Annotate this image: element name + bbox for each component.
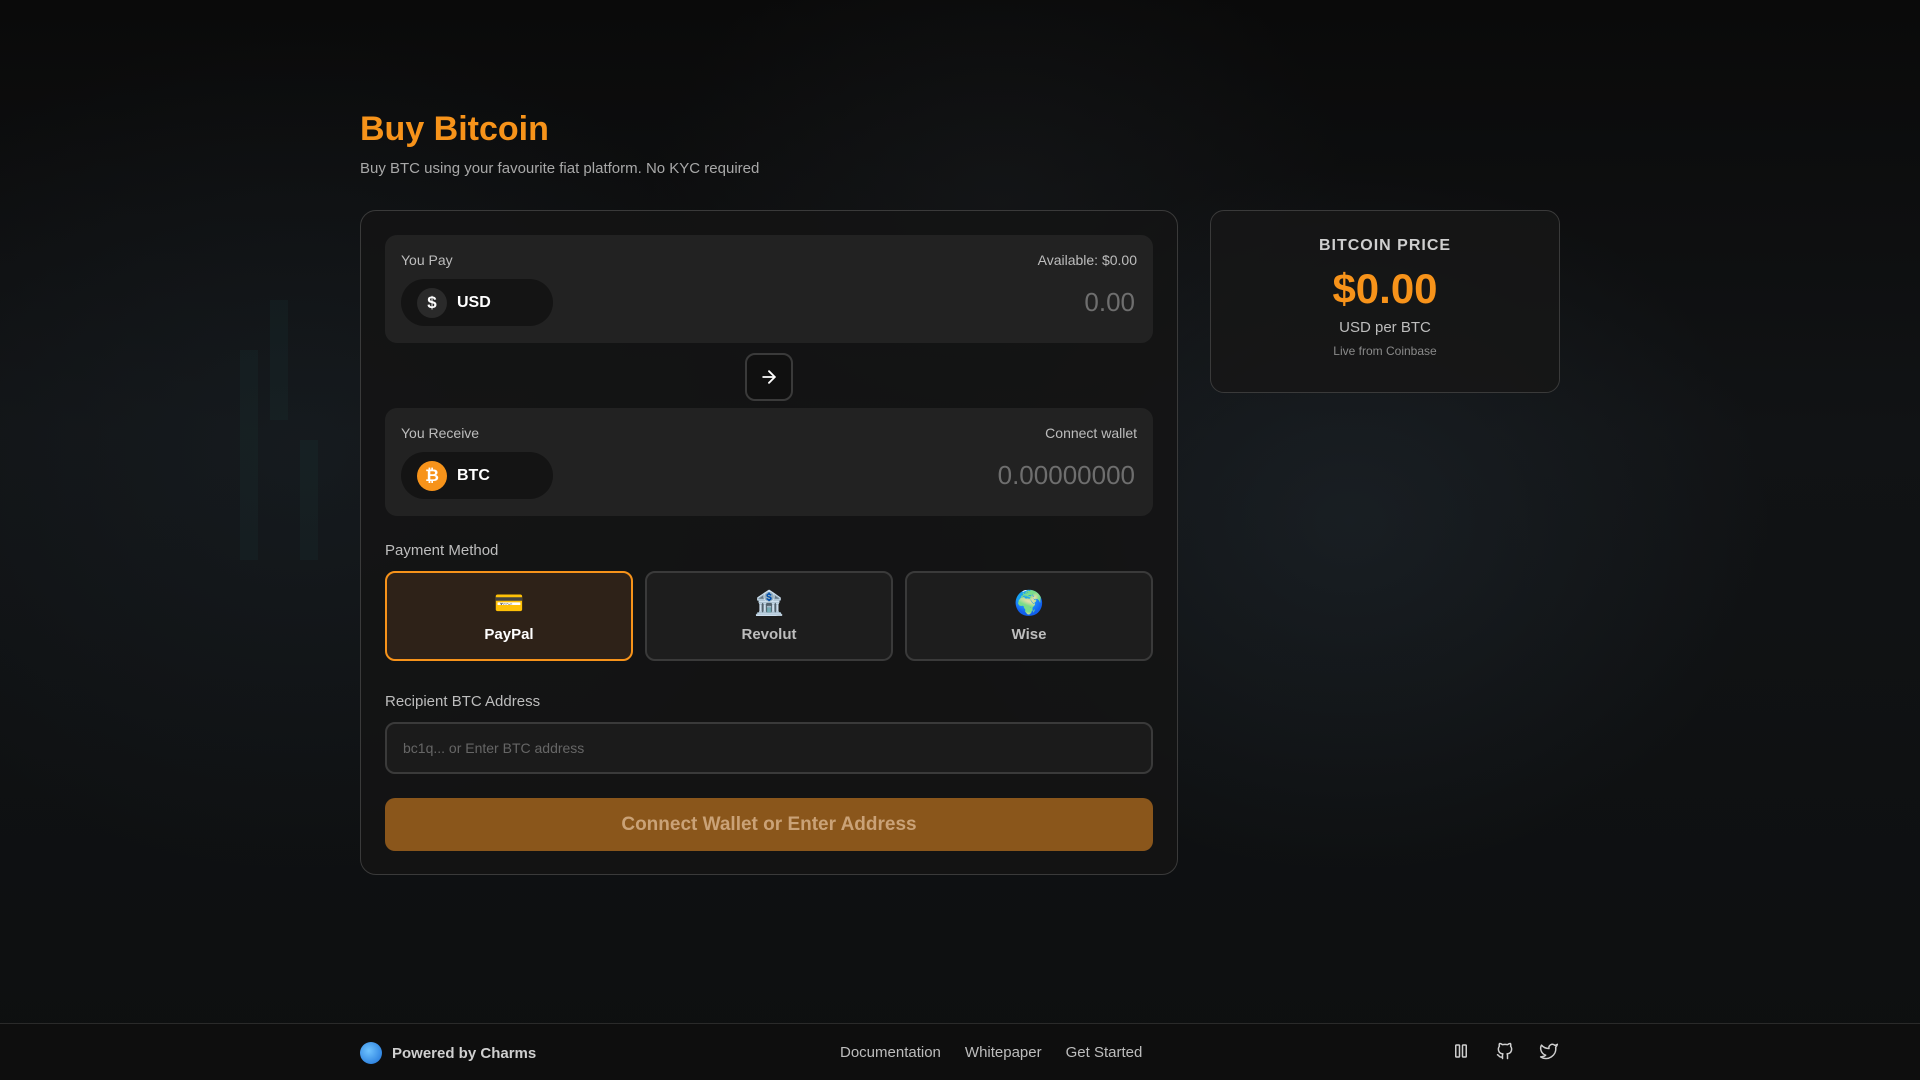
footer-links: Documentation Whitepaper Get Started — [840, 1044, 1142, 1061]
payment-method-name: Revolut — [741, 625, 797, 643]
receive-label: You Receive — [401, 425, 480, 441]
buy-form-card: You Pay Available: $0.00 $ USD 0.00 You … — [360, 210, 1178, 875]
footer: Powered by Charms Documentation Whitepap… — [0, 1023, 1920, 1080]
footer-link-get-started[interactable]: Get Started — [1066, 1044, 1143, 1061]
bitcoin-icon: ₿ — [417, 460, 447, 491]
payment-method-label: Payment Method — [385, 542, 499, 559]
bitcoin-price-card: BITCOIN PRICE $0.00 USD per BTC Live fro… — [1210, 210, 1560, 393]
dollar-icon: $ — [417, 287, 447, 318]
arrow-right-icon — [762, 370, 776, 384]
receive-amount: 0.00000000 — [997, 460, 1135, 490]
payment-method-name: Wise — [1011, 625, 1047, 643]
bank-icon: 🏦 — [754, 589, 784, 617]
connect-wallet-link[interactable]: Connect wallet — [1045, 425, 1137, 441]
receive-currency-label: BTC — [457, 466, 490, 484]
payment-method-name: PayPal — [484, 625, 534, 643]
powered-by-text: Powered by Charms — [392, 1044, 537, 1062]
page-subtitle: Buy BTC using your favourite fiat platfo… — [360, 160, 760, 177]
price-value: $0.00 — [1332, 265, 1438, 312]
pay-box: You Pay Available: $0.00 $ USD 0.00 — [385, 235, 1153, 343]
page-title: Buy Bitcoin — [360, 110, 549, 148]
footer-link-whitepaper[interactable]: Whitepaper — [965, 1044, 1042, 1061]
connect-wallet-button[interactable]: Connect Wallet or Enter Address — [385, 798, 1153, 851]
payment-method-revolut[interactable]: 🏦 Revolut — [645, 571, 893, 661]
github-icon[interactable] — [1494, 1040, 1516, 1062]
swap-button[interactable] — [745, 353, 793, 401]
pay-currency-label: USD — [457, 293, 491, 311]
globe-icon: 🌍 — [1014, 589, 1044, 617]
recipient-address-label: Recipient BTC Address — [385, 693, 541, 710]
charms-logo-icon — [360, 1042, 382, 1064]
twitter-icon[interactable] — [1538, 1040, 1560, 1062]
receive-box: You Receive Connect wallet ₿ BTC 0.00000… — [385, 408, 1153, 516]
pay-amount-input[interactable]: 0.00 — [1084, 287, 1135, 318]
recipient-address-input[interactable] — [385, 722, 1153, 774]
powered-by[interactable]: Powered by Charms — [360, 1042, 536, 1064]
columns-icon[interactable] — [1450, 1040, 1472, 1062]
receive-currency-selector[interactable]: ₿ BTC — [401, 452, 553, 499]
payment-method-wise[interactable]: 🌍 Wise — [905, 571, 1153, 661]
footer-social-icons — [1450, 1040, 1560, 1062]
available-balance: Available: $0.00 — [1037, 252, 1137, 268]
price-title: BITCOIN PRICE — [1318, 237, 1452, 254]
credit-card-icon: 💳 — [494, 589, 524, 617]
price-unit: USD per BTC — [1339, 319, 1431, 336]
pay-currency-selector[interactable]: $ USD — [401, 279, 553, 326]
payment-method-paypal[interactable]: 💳 PayPal — [385, 571, 633, 661]
footer-link-documentation[interactable]: Documentation — [840, 1044, 941, 1061]
pay-label: You Pay — [401, 252, 453, 268]
price-source: Live from Coinbase — [1333, 344, 1437, 358]
